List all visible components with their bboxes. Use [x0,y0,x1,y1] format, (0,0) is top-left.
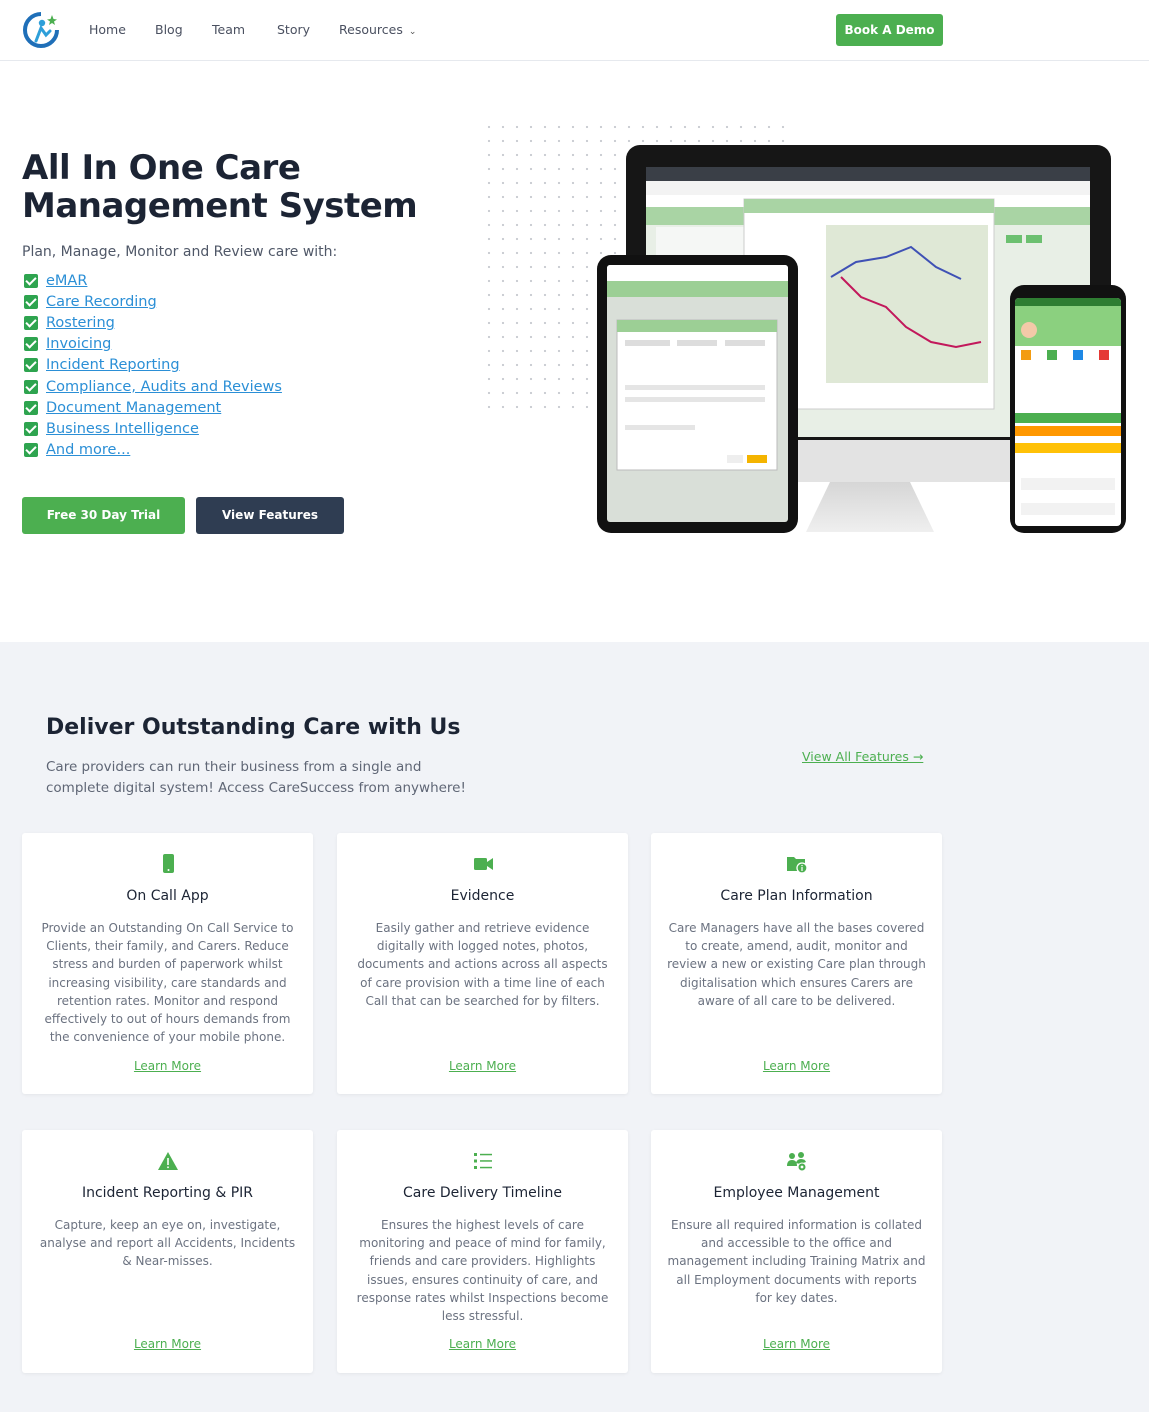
top-nav: Home Blog Team Story Resources ⌄ Book A D… [0,0,1149,61]
card-title: Employee Management [713,1185,880,1201]
list-item: Care Recording [24,291,282,312]
view-all-features-link[interactable]: View All Features → [802,749,923,764]
list-item: Incident Reporting [24,355,282,376]
learn-more-link[interactable]: Learn More [22,1059,313,1073]
card-description: Ensure all required information is colla… [667,1218,926,1305]
list-item: Business Intelligence [24,418,282,439]
card-description: Provide an Outstanding On Call Service t… [41,921,294,1045]
video-camera-icon [474,858,493,870]
hero-subtitle: Plan, Manage, Monitor and Review care wi… [22,244,338,260]
feature-list: eMAR Care Recording Rostering Invoicing … [24,270,282,461]
nav-resources-dropdown[interactable]: Resources ⌄ [339,22,416,37]
card-description: Easily gather and retrieve evidence digi… [357,921,608,1008]
feature-link-document-management[interactable]: Document Management [46,400,221,416]
learn-more-link[interactable]: Learn More [651,1059,942,1073]
feature-link-incident-reporting[interactable]: Incident Reporting [46,357,180,373]
list-icon [474,1153,492,1169]
learn-more-link[interactable]: Learn More [337,1059,628,1073]
feature-link-emar[interactable]: eMAR [46,273,87,289]
nav-home-link[interactable]: Home [89,22,126,37]
list-item: eMAR [24,270,282,291]
section-subtitle: Care providers can run their business fr… [46,759,466,796]
card-description: Capture, keep an eye on, investigate, an… [39,1218,296,1269]
feature-link-care-recording[interactable]: Care Recording [46,294,157,310]
checkbox-check-icon [24,273,38,288]
feature-card-on-call-app: On Call App Provide an Outstanding On Ca… [22,833,313,1094]
card-title: Evidence [450,888,515,904]
section-title: Deliver Outstanding Care with Us [46,715,461,740]
card-title: Care Plan Information [720,888,873,904]
list-item: Document Management [24,397,282,418]
checkbox-check-icon [24,358,38,373]
free-trial-button[interactable]: Free 30 Day Trial [22,497,185,534]
card-title: Incident Reporting & PIR [81,1185,254,1201]
list-item: Rostering [24,312,282,333]
feature-link-invoicing[interactable]: Invoicing [46,336,111,352]
checkbox-check-icon [24,379,38,394]
checkbox-check-icon [24,337,38,352]
checkbox-check-icon [24,315,38,330]
tablet-screen-appointment-image [607,265,788,522]
mobile-phone-icon [163,854,174,873]
feature-card-evidence: Evidence Easily gather and retrieve evid… [337,833,628,1094]
list-item: And more... [24,440,282,461]
warning-triangle-icon [158,1152,178,1170]
checkbox-check-icon [24,400,38,415]
nav-story-link[interactable]: Story [277,22,310,37]
chevron-down-icon: ⌄ [408,27,417,37]
feature-link-business-intelligence[interactable]: Business Intelligence [46,421,199,437]
hero-title: All In One Care Management System [22,148,418,226]
learn-more-link[interactable]: Learn More [337,1337,628,1351]
feature-link-and-more[interactable]: And more... [46,442,130,458]
card-title: On Call App [126,888,209,904]
feature-card-care-plan: Care Plan Information Care Managers have… [651,833,942,1094]
card-description: Ensures the highest levels of care monit… [356,1218,609,1324]
checkbox-check-icon [24,294,38,309]
learn-more-link[interactable]: Learn More [22,1337,313,1351]
learn-more-link[interactable]: Learn More [651,1337,942,1351]
feature-card-care-delivery-timeline: Care Delivery Timeline Ensures the highe… [337,1130,628,1373]
card-title: Care Delivery Timeline [403,1185,562,1201]
checkbox-check-icon [24,421,38,436]
monitor-stand [806,482,934,532]
list-item: Compliance, Audits and Reviews [24,376,282,397]
checkbox-check-icon [24,443,38,458]
folder-info-icon [787,857,808,874]
feature-link-rostering[interactable]: Rostering [46,315,115,331]
nav-team-link[interactable]: Team [212,22,245,37]
feature-card-employee-management: Employee Management Ensure all required … [651,1130,942,1373]
nav-resources-label: Resources [339,22,403,37]
nav-blog-link[interactable]: Blog [155,22,183,37]
caresuccess-logo-icon[interactable] [22,11,60,49]
book-demo-button[interactable]: Book A Demo [836,14,943,46]
phone-screen-app-image [1015,298,1121,526]
feature-card-incident-reporting: Incident Reporting & PIR Capture, keep a… [22,1130,313,1373]
feature-link-compliance[interactable]: Compliance, Audits and Reviews [46,379,282,395]
view-features-button[interactable]: View Features [196,497,344,534]
users-cog-icon [787,1152,807,1172]
list-item: Invoicing [24,334,282,355]
card-description: Care Managers have all the bases covered… [667,921,926,1008]
